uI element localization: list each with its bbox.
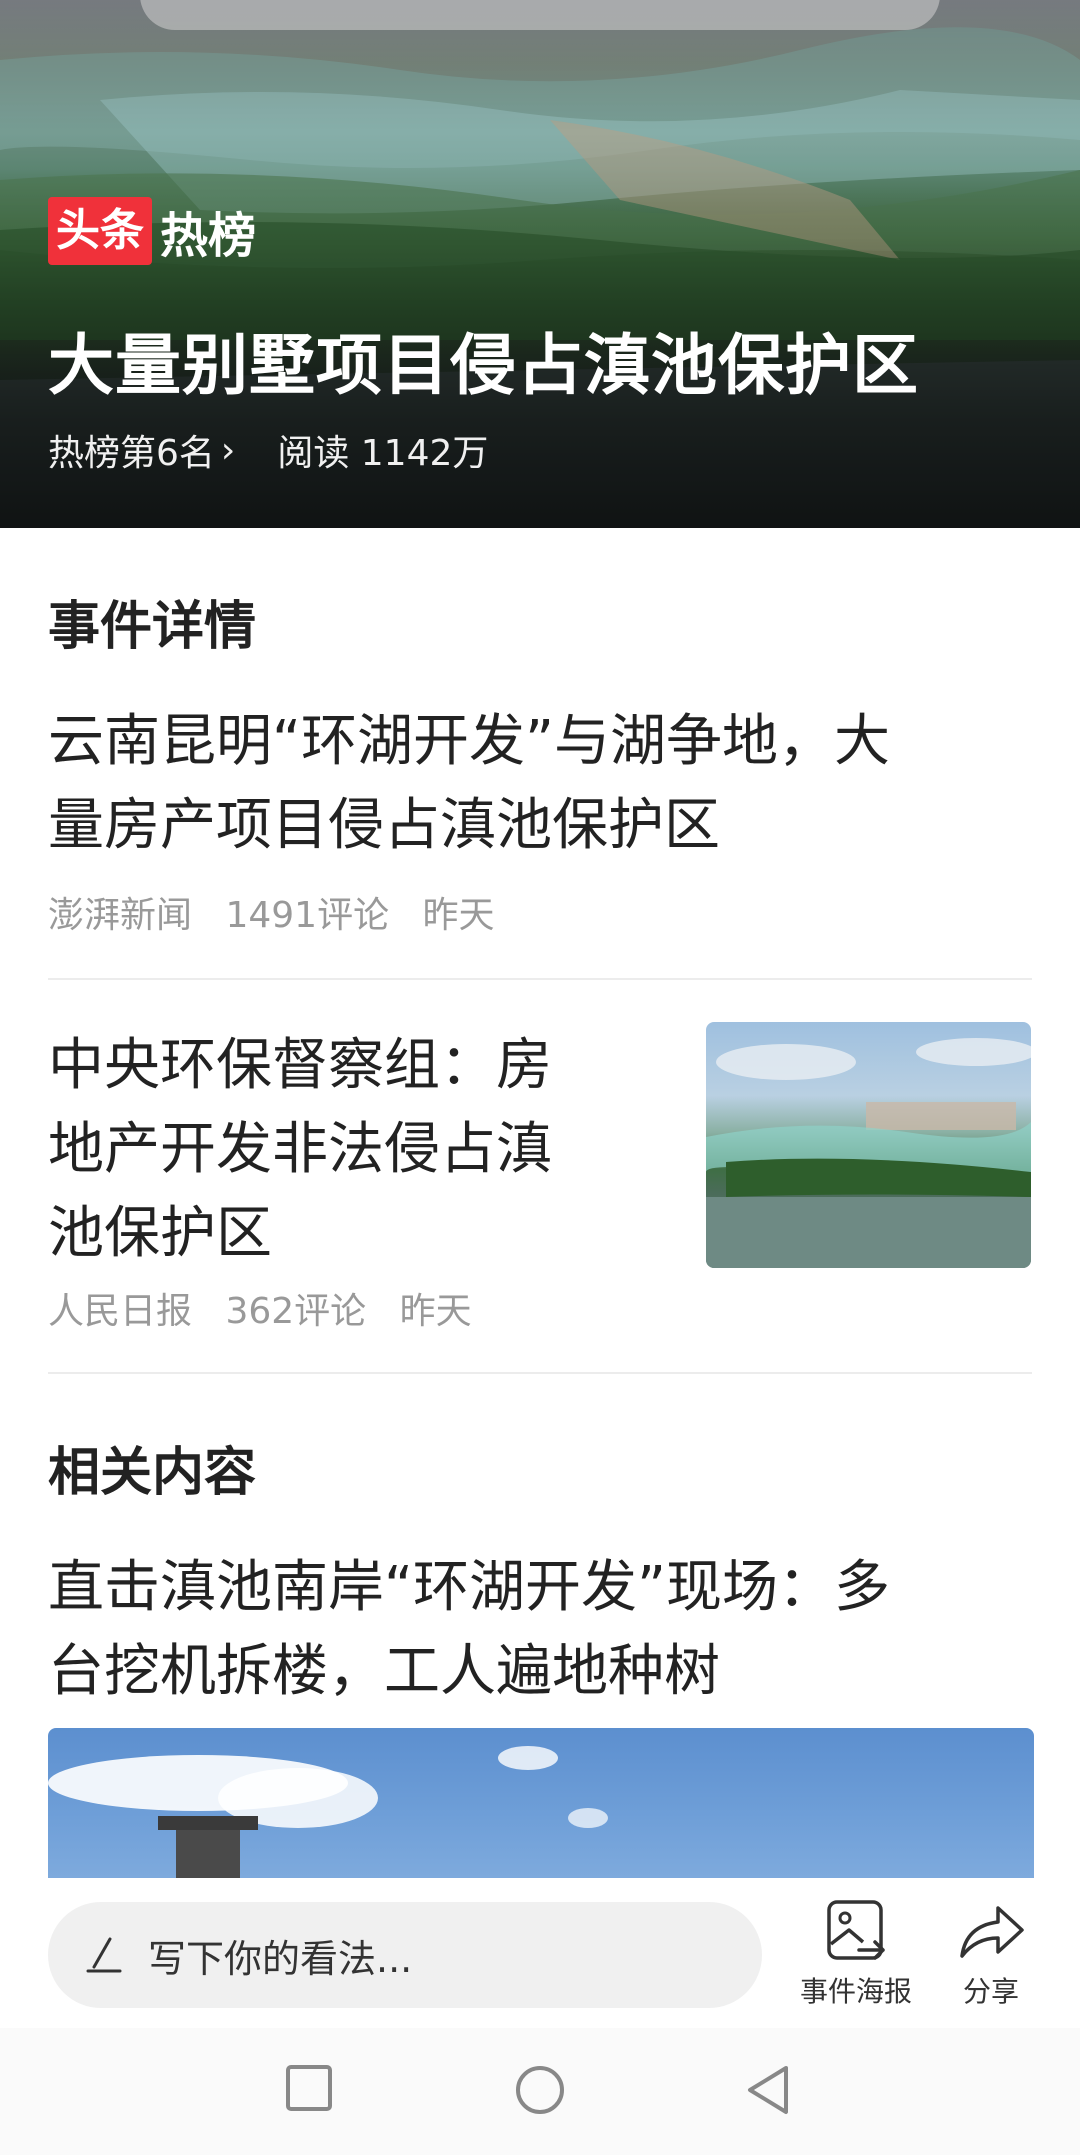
nav-back-icon[interactable] — [744, 2064, 792, 2116]
search-pill[interactable] — [140, 0, 940, 30]
article-meta: 澎湃新闻 1491评论 昨天 — [48, 886, 517, 938]
article-thumbnail[interactable] — [706, 1022, 1031, 1268]
article-title-line: 池保护区 — [48, 1201, 272, 1266]
article-image[interactable] — [48, 1728, 1034, 1878]
comment-placeholder: 写下你的看法... — [148, 1936, 413, 1981]
nav-home-icon[interactable] — [514, 2064, 566, 2116]
divider — [48, 1372, 1032, 1374]
thumbnail-image — [706, 1038, 1031, 1268]
article-title[interactable]: 中央环保督察组：房 地产开发非法侵占滇 池保护区 — [48, 1024, 552, 1276]
article-source: 澎湃新闻 — [48, 895, 193, 936]
article-title-line: 量房产项目侵占滇池保护区 — [48, 793, 720, 858]
bottom-action-bar: 写下你的看法... 事件海报 分享 — [0, 1878, 1080, 2028]
article-meta: 人民日报 362评论 昨天 — [48, 1282, 494, 1334]
share-icon — [960, 1906, 1024, 1958]
hot-list-badge: 头条 热榜 — [48, 196, 256, 266]
chevron-right-icon[interactable]: › — [221, 430, 235, 471]
nav-recents-icon[interactable] — [285, 2064, 333, 2112]
article-time: 昨天 — [399, 1291, 472, 1332]
related-content-heading: 相关内容 — [48, 1443, 257, 1503]
event-details-heading: 事件详情 — [48, 597, 257, 657]
system-navigation-bar — [0, 2028, 1080, 2155]
badge-red-text: 头条 — [48, 197, 152, 265]
article-title-line: 直击滇池南岸“环湖开发”现场：多 — [48, 1555, 891, 1620]
hero-banner[interactable]: 头条 热榜 大量别墅项目侵占滇池保护区 热榜第6名 › 阅读 1142万 — [0, 0, 1080, 528]
comment-input[interactable]: 写下你的看法... — [48, 1902, 762, 2008]
hero-title: 大量别墅项目侵占滇池保护区 — [48, 327, 919, 404]
article-title-line: 云南昆明“环湖开发”与湖争地，大 — [48, 709, 891, 774]
share-label: 分享 — [962, 1975, 1019, 2008]
hot-rank-link[interactable]: 热榜第6名 — [48, 424, 215, 476]
article-title[interactable]: 云南昆明“环湖开发”与湖争地，大 量房产项目侵占滇池保护区 — [48, 700, 890, 868]
divider — [48, 978, 1032, 980]
badge-white-text: 热榜 — [160, 208, 257, 264]
article-title-line: 中央环保督察组：房 — [48, 1033, 552, 1098]
article-time: 昨天 — [422, 895, 495, 936]
event-poster-button[interactable]: 事件海报 — [800, 1898, 912, 2010]
article-title-line: 台挖机拆楼，工人遍地种树 — [48, 1639, 720, 1704]
hero-meta: 热榜第6名 › 阅读 1142万 — [48, 424, 488, 476]
article-comments: 362评论 — [225, 1291, 367, 1332]
article-source: 人民日报 — [48, 1291, 193, 1332]
share-button[interactable]: 分享 — [956, 1898, 1026, 2010]
pen-icon — [86, 1937, 122, 1973]
article-comments: 1491评论 — [225, 895, 390, 936]
read-count: 阅读 1142万 — [277, 433, 489, 474]
poster-icon — [827, 1900, 885, 1960]
event-poster-label: 事件海报 — [800, 1975, 913, 2008]
article-image-graphic — [48, 1746, 608, 1878]
article-title[interactable]: 直击滇池南岸“环湖开发”现场：多 台挖机拆楼，工人遍地种树 — [48, 1546, 890, 1714]
article-title-line: 地产开发非法侵占滇 — [48, 1117, 552, 1182]
